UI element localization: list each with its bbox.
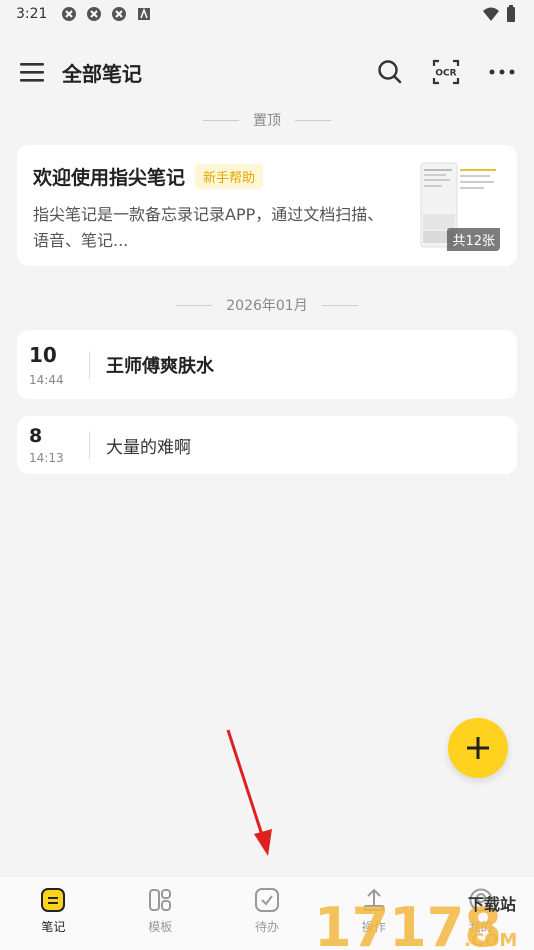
plus-icon bbox=[467, 737, 489, 759]
note-day: 10 bbox=[29, 342, 57, 367]
divider-line bbox=[176, 304, 213, 306]
search-icon[interactable] bbox=[376, 58, 404, 86]
note-card[interactable]: 10 14:44 王师傅爽肤水 bbox=[17, 330, 517, 399]
month-label: 2026年01月 bbox=[226, 298, 308, 314]
month-divider: 2026年01月 bbox=[0, 295, 534, 315]
note-icon bbox=[41, 888, 66, 912]
nav-item-actions[interactable]: 操作 bbox=[320, 877, 427, 950]
bottom-nav: 笔记 模板 待办 操作 我的 bbox=[0, 876, 534, 950]
pinned-divider: 置顶 bbox=[0, 110, 534, 130]
more-icon[interactable] bbox=[488, 58, 516, 86]
app-notification-icon bbox=[62, 7, 77, 21]
nav-item-notes[interactable]: 笔记 bbox=[0, 877, 107, 950]
note-title: 王师傅爽肤水 bbox=[106, 355, 214, 377]
pinned-note-title: 欢迎使用指尖笔记 bbox=[33, 167, 186, 189]
ocr-label: OCR bbox=[435, 69, 456, 79]
pinned-note-card[interactable]: 欢迎使用指尖笔记 新手帮助 指尖笔记是一款备忘录记录APP，通过文档扫描、语音、… bbox=[17, 145, 517, 266]
note-day: 8 bbox=[29, 425, 43, 447]
menu-icon[interactable] bbox=[18, 58, 46, 86]
red-arrow-annotation bbox=[226, 729, 272, 856]
action-icon bbox=[363, 888, 384, 911]
divider-line bbox=[321, 304, 358, 306]
nav-label: 我的 bbox=[468, 920, 493, 934]
page-title: 全部笔记 bbox=[62, 61, 142, 86]
note-thumbnail: 共12张 bbox=[418, 159, 500, 251]
app-notification-icon bbox=[87, 7, 102, 21]
nav-label: 模板 bbox=[148, 920, 173, 934]
status-time: 3:21 bbox=[16, 6, 48, 22]
divider-line bbox=[203, 119, 239, 121]
image-count-badge: 共12张 bbox=[447, 228, 500, 251]
note-separator bbox=[89, 350, 90, 379]
nav-item-templates[interactable]: 模板 bbox=[107, 877, 214, 950]
add-note-button[interactable] bbox=[448, 718, 508, 778]
top-app-bar: 全部笔记 OCR bbox=[0, 44, 534, 100]
note-card[interactable]: 8 14:13 大量的难啊 bbox=[17, 416, 517, 474]
status-right bbox=[482, 5, 516, 23]
status-bar: 3:21 bbox=[0, 0, 534, 28]
todo-icon bbox=[254, 888, 279, 912]
divider-line bbox=[295, 119, 331, 121]
template-icon bbox=[149, 889, 172, 911]
keyboard-icon bbox=[138, 7, 151, 20]
note-title: 大量的难啊 bbox=[106, 437, 191, 458]
app-notification-icon bbox=[112, 7, 127, 21]
profile-icon bbox=[469, 888, 493, 912]
wifi-icon bbox=[483, 7, 499, 21]
note-separator bbox=[89, 431, 90, 459]
note-time: 14:13 bbox=[29, 451, 64, 465]
pinned-note-preview: 指尖笔记是一款备忘录记录APP，通过文档扫描、语音、笔记... bbox=[33, 205, 384, 250]
nav-label: 笔记 bbox=[41, 920, 66, 934]
nav-label: 操作 bbox=[361, 920, 386, 934]
nav-item-todo[interactable]: 待办 bbox=[214, 877, 321, 950]
note-date: 10 14:44 bbox=[29, 343, 73, 387]
ocr-scan-button[interactable]: OCR bbox=[432, 58, 460, 86]
nav-label: 待办 bbox=[254, 920, 279, 934]
header-actions: OCR bbox=[376, 58, 516, 86]
help-tag: 新手帮助 bbox=[195, 164, 264, 189]
nav-item-profile[interactable]: 我的 bbox=[427, 877, 534, 950]
pinned-label: 置顶 bbox=[253, 113, 281, 129]
note-time: 14:44 bbox=[29, 372, 64, 387]
note-date: 8 14:13 bbox=[29, 425, 73, 465]
battery-icon bbox=[507, 5, 515, 22]
